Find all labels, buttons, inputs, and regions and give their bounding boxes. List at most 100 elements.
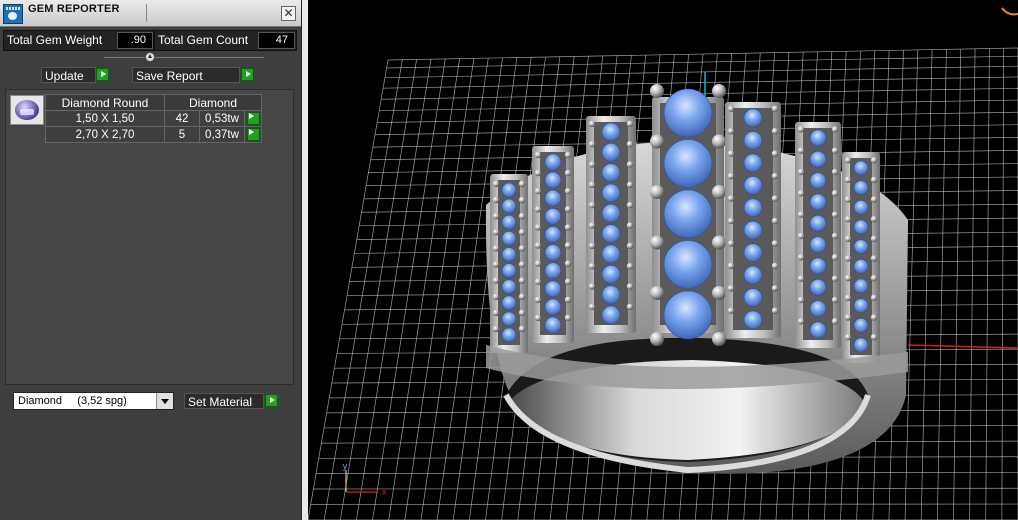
chevron-down-icon[interactable] [156,393,173,409]
prong [564,260,572,267]
prong [564,224,572,231]
gem-stone [544,171,562,189]
prong [844,274,852,282]
prong [492,212,500,220]
prong [626,161,634,168]
save-report-play-icon[interactable] [241,68,254,81]
prong [870,156,878,164]
gem-stone [501,263,517,278]
gem-stone [501,247,517,262]
prong [534,187,542,195]
gem-size: 1,50 X 1,50 [45,110,165,127]
gem-stone [853,200,869,215]
update-play-icon[interactable] [96,68,109,81]
prong [844,314,852,321]
gem-stone [663,290,713,340]
prong [588,181,596,189]
prong [831,147,839,154]
gem-size: 2,70 X 2,70 [45,126,165,143]
gem-table-header: Diamond Round Diamond [45,94,262,111]
gem-stone [853,219,869,235]
select-gem-play-icon[interactable] [246,128,260,141]
total-count-group: Total Gem Count 47 [154,30,297,51]
prong [564,296,572,304]
prong [727,240,735,247]
prong [797,126,805,133]
gem-stone [544,208,562,225]
total-count-value: 47 [258,32,295,49]
prong [534,206,542,213]
gem-stone [601,285,621,304]
prong [626,120,634,128]
close-icon[interactable]: ✕ [281,6,296,21]
gem-stone [809,257,827,275]
prong [588,303,596,311]
prong [771,105,779,112]
gem-table: Diamond Round Diamond 1,50 X 1,50 42 0,5… [45,94,262,143]
prong [518,180,526,188]
gem-reporter-icon [3,4,23,24]
table-row[interactable]: 1,50 X 1,50 42 0,53tw [45,110,262,127]
prong [831,296,839,304]
prong [831,254,839,261]
material-select[interactable]: Diamond (3,52 spg) [13,392,174,410]
gem-stone [601,183,621,203]
gem-stone [809,129,827,147]
viewport-canvas[interactable]: yx [308,0,1018,520]
prong [492,277,500,284]
prong [797,318,805,325]
table-row[interactable]: 2,70 X 2,70 5 0,37tw [45,126,262,143]
gem-count: 42 [164,110,200,127]
prong [534,151,542,159]
gem-stone [743,288,763,307]
gem-stone [501,214,517,230]
prong [712,185,726,199]
gem-stone [743,310,763,330]
gem-stone [809,193,827,211]
prong [844,176,852,184]
3d-viewport[interactable]: yx [308,0,1018,520]
prong [588,140,596,148]
select-gem-play-icon[interactable] [246,112,260,125]
gem-stone [544,262,562,279]
prong [492,293,500,300]
grid-line [339,59,417,520]
gem-stone [809,215,827,232]
grid-line [308,59,389,520]
set-material-play-icon[interactable] [265,394,278,407]
grid-line [404,58,475,520]
set-material-button[interactable]: Set Material [184,393,264,409]
gem-stone [601,143,621,162]
prong [534,314,542,322]
prong [771,172,779,180]
gem-stone [809,279,827,296]
gem-stone [809,236,827,253]
prong [727,285,735,292]
gem-stone [501,231,517,246]
title-bar[interactable]: GEM REPORTER ✕ [0,0,301,27]
grid-line [920,49,933,520]
grid-line [1001,48,1005,520]
prong [771,285,779,292]
update-button[interactable]: Update [41,67,96,83]
prong [534,169,542,177]
prong [712,286,726,300]
save-report-button[interactable]: Save Report [132,67,240,83]
gem-stone [743,243,763,262]
prong [727,262,735,270]
grid-line [985,48,990,520]
collapse-toggle-icon[interactable] [145,52,155,62]
prong [588,201,596,209]
grid-line [313,487,1018,490]
prong [564,278,572,285]
prong [844,294,852,302]
prong [518,212,526,220]
gem-stone [601,305,621,325]
prong [650,235,664,250]
gem-stone [601,224,621,243]
diamond-thumbnail-icon[interactable] [10,95,44,125]
prong [712,84,726,98]
gem-stone [853,160,869,176]
prong [564,242,572,249]
prong [564,169,572,177]
